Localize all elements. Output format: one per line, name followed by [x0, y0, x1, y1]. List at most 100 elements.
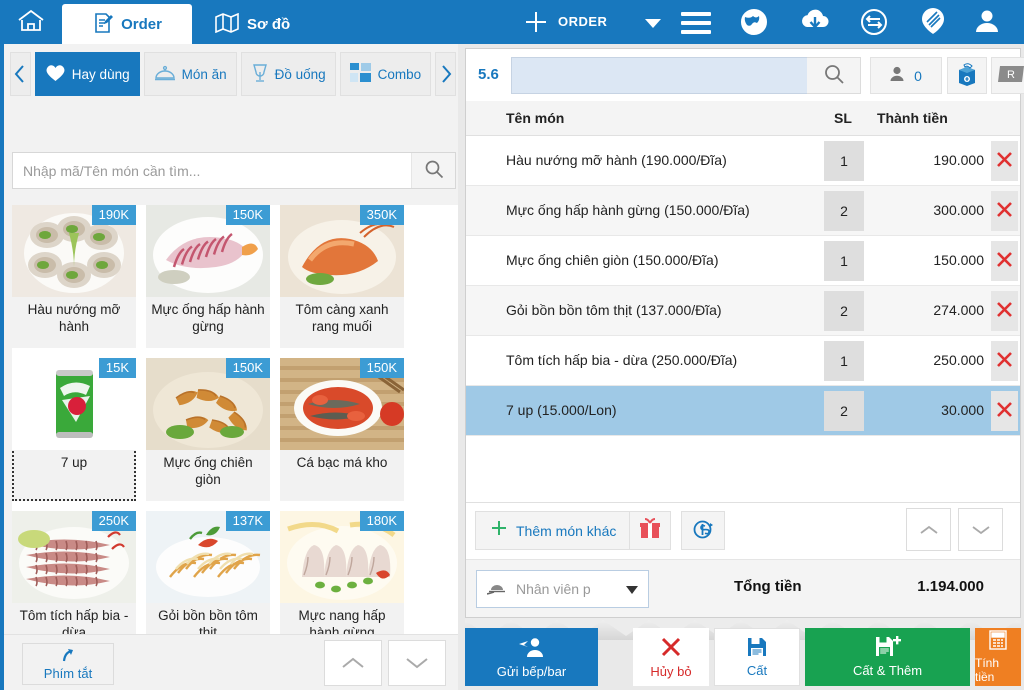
- order-item-qty[interactable]: 2: [824, 291, 864, 331]
- action-label: Tính tiền: [975, 656, 1000, 684]
- order-item-amount: 150.000: [933, 252, 984, 268]
- order-item-delete-button[interactable]: [991, 141, 1018, 181]
- takeaway-button[interactable]: [947, 57, 987, 94]
- order-item-qty[interactable]: 1: [824, 341, 864, 381]
- order-row[interactable]: Mực ống chiên giòn (150.000/Đĩa) 1 150.000: [466, 236, 1020, 286]
- order-item-amount: 250.000: [933, 352, 984, 368]
- action-checkout[interactable]: Tính tiền: [975, 628, 1021, 686]
- r-badge-icon: R: [996, 64, 1024, 87]
- order-item-list: Hàu nướng mỡ hành (190.000/Đĩa) 1 190.000 M…: [466, 136, 1020, 499]
- plus-icon: [490, 520, 508, 541]
- add-order-button[interactable]: [522, 8, 550, 36]
- add-more-items-button[interactable]: Thêm món khác: [475, 511, 632, 550]
- product-card[interactable]: 350K Tôm càng xanh rang muối: [280, 205, 404, 348]
- tab-sodo[interactable]: Sơ đồ: [205, 4, 300, 44]
- order-row[interactable]: Hàu nướng mỡ hành (190.000/Đĩa) 1 190.000: [466, 136, 1020, 186]
- map-icon: [215, 12, 239, 36]
- order-item-delete-button[interactable]: [991, 291, 1018, 331]
- order-item-qty[interactable]: 2: [824, 391, 864, 431]
- product-card[interactable]: 250K Tôm tích hấp bia - dừa: [12, 511, 136, 654]
- category-tab-label: Món ăn: [181, 66, 227, 82]
- caret-down-icon[interactable]: [645, 19, 661, 28]
- tab-sodo-label: Sơ đồ: [247, 15, 291, 33]
- order-action-bar: Gửi bếp/bar Hủy bỏ Cất Cất & Thêm Tính t…: [462, 628, 1024, 686]
- product-image: 137K: [146, 511, 270, 603]
- wine-glass-icon: [251, 63, 269, 86]
- category-tab-label: Hay dùng: [71, 66, 130, 82]
- menu-search-box[interactable]: [12, 152, 456, 189]
- action-save-and-add[interactable]: Cất & Thêm: [805, 628, 970, 686]
- order-item-qty[interactable]: 2: [824, 191, 864, 231]
- red-x-icon: [996, 401, 1013, 421]
- tag-icon[interactable]: [918, 6, 954, 38]
- order-item-qty[interactable]: 1: [824, 241, 864, 281]
- search-icon: [823, 63, 845, 88]
- order-summary-bar: Nhân viên p Tổng tiền 1.194.000: [466, 559, 1020, 617]
- order-search-button[interactable]: [807, 57, 861, 94]
- order-item-delete-button[interactable]: [991, 391, 1018, 431]
- search-input[interactable]: [13, 153, 411, 188]
- menu-scroll-down-button[interactable]: [388, 640, 446, 686]
- category-tab-do-uong[interactable]: Đồ uống: [240, 52, 336, 96]
- staff-select[interactable]: Nhân viên p: [476, 570, 649, 608]
- order-row[interactable]: Gỏi bồn bồn tôm thịt (137.000/Đĩa) 2 274.0…: [466, 286, 1020, 336]
- order-row[interactable]: Mực ống hấp hành gừng (150.000/Đĩa) 2 300.…: [466, 186, 1020, 236]
- product-card[interactable]: 180K Mực nang hấp hành gừng: [280, 511, 404, 654]
- order-item-delete-button[interactable]: [991, 341, 1018, 381]
- food-cloche-icon: [154, 64, 176, 85]
- hotkey-button[interactable]: Phím tắt: [22, 643, 114, 685]
- order-item-delete-button[interactable]: [991, 241, 1018, 281]
- product-name: Hàu nướng mỡ hành: [27, 302, 121, 334]
- search-button[interactable]: [411, 153, 455, 188]
- category-tab-hay-dung[interactable]: Hay dùng: [34, 52, 140, 96]
- order-scroll-up-button[interactable]: [906, 508, 951, 551]
- category-tab-mon-an[interactable]: Món ăn: [143, 52, 237, 96]
- order-search-input[interactable]: [511, 57, 823, 94]
- action-label: Cất & Thêm: [852, 663, 923, 678]
- home-button[interactable]: [0, 0, 62, 44]
- order-mode-label[interactable]: ORDER: [558, 14, 607, 29]
- menu-scroll-up-button[interactable]: [324, 640, 382, 686]
- order-item-delete-button[interactable]: [991, 191, 1018, 231]
- guest-count-value: 0: [914, 67, 922, 84]
- product-price-badge: 250K: [91, 511, 136, 531]
- order-add-bar: Thêm món khác: [466, 502, 1020, 558]
- hamburger-menu-icon[interactable]: [681, 12, 711, 34]
- gift-icon: [639, 518, 661, 543]
- product-card[interactable]: 15K 7 up: [12, 358, 136, 501]
- search-icon: [424, 159, 444, 182]
- user-account-icon[interactable]: [972, 6, 1008, 38]
- action-cancel[interactable]: Hủy bỏ: [633, 628, 709, 686]
- action-send-kitchen[interactable]: Gửi bếp/bar: [465, 628, 598, 686]
- order-item-name: Tôm tích hấp bia - dừa (250.000/Đĩa): [506, 352, 738, 368]
- product-card[interactable]: 150K Mực ống chiên giòn: [146, 358, 270, 501]
- action-save[interactable]: Cất: [714, 628, 800, 686]
- order-item-name: 7 up (15.000/Lon): [506, 402, 617, 418]
- discount-button[interactable]: [681, 511, 725, 550]
- cloud-download-icon[interactable]: [798, 6, 834, 38]
- globe-icon[interactable]: [738, 6, 774, 38]
- tab-order[interactable]: Order: [62, 4, 192, 44]
- product-name: 7 up: [60, 455, 88, 470]
- order-scroll-down-button[interactable]: [958, 508, 1003, 551]
- product-card[interactable]: 150K Mực ống hấp hành gừng: [146, 205, 270, 348]
- order-row[interactable]: 7 up (15.000/Lon) 2 30.000: [466, 386, 1020, 436]
- guest-count-box[interactable]: 0: [870, 57, 942, 94]
- person-icon: [890, 66, 904, 85]
- product-card[interactable]: 190K Hàu nướng mỡ hành: [12, 205, 136, 348]
- action-label: Gửi bếp/bar: [496, 663, 567, 679]
- top-navigation-bar: Order Sơ đồ ORDER: [0, 0, 1024, 44]
- svg-text:R: R: [1007, 69, 1015, 81]
- order-item-qty[interactable]: 1: [824, 141, 864, 181]
- red-x-icon: [996, 301, 1013, 321]
- product-card[interactable]: 150K Cá bạc má kho: [280, 358, 404, 501]
- save-icon: [747, 637, 767, 660]
- gift-button[interactable]: [629, 511, 671, 550]
- r-badge-button[interactable]: R: [991, 57, 1024, 94]
- product-card[interactable]: 137K Gỏi bồn bồn tôm thịt: [146, 511, 270, 654]
- category-tab-combo[interactable]: Combo: [339, 52, 432, 96]
- order-row[interactable]: Tôm tích hấp bia - dừa (250.000/Đĩa) 1 250…: [466, 336, 1020, 386]
- sync-icon[interactable]: [858, 6, 894, 38]
- category-next-button[interactable]: [435, 52, 456, 96]
- category-prev-button[interactable]: [10, 52, 31, 96]
